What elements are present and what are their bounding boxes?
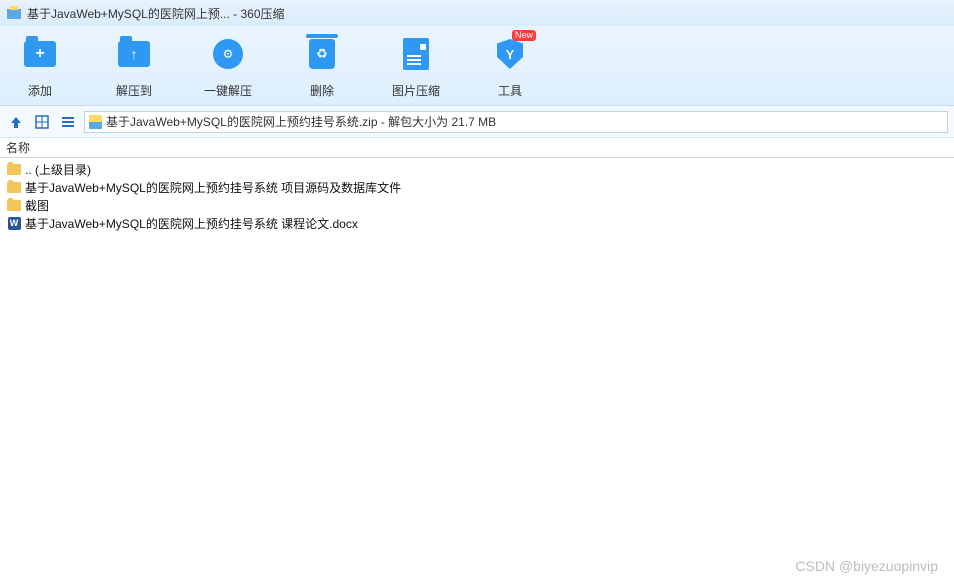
file-name: 基于JavaWeb+MySQL的医院网上预约挂号系统 课程论文.docx [25, 215, 358, 232]
add-icon: + [24, 41, 56, 67]
extract-to-button[interactable]: ↑ 解压到 [104, 32, 164, 105]
gear-icon: ⚙ [213, 39, 243, 69]
view-grid-icon[interactable] [32, 112, 52, 132]
folder-icon [6, 180, 22, 194]
view-list-icon[interactable] [58, 112, 78, 132]
file-name: 截图 [25, 197, 49, 214]
main-toolbar: + 添加 ↑ 解压到 ⚙ 一键解压 ♻ 删除 图片压缩 New Y 工具 [0, 26, 954, 106]
extract-icon: ↑ [118, 41, 150, 67]
one-click-extract-button[interactable]: ⚙ 一键解压 [198, 32, 258, 105]
path-input[interactable]: 基于JavaWeb+MySQL的医院网上预约挂号系统.zip - 解包大小为 2… [84, 111, 948, 133]
archive-icon [89, 115, 102, 129]
watermark: CSDN @biyezuopinvip [795, 558, 938, 574]
column-name: 名称 [6, 139, 30, 156]
image-compress-button[interactable]: 图片压缩 [386, 32, 446, 105]
window-title: 基于JavaWeb+MySQL的医院网上预... - 360压缩 [27, 5, 285, 22]
file-name: 基于JavaWeb+MySQL的医院网上预约挂号系统 项目源码及数据库文件 [25, 179, 401, 196]
delete-button[interactable]: ♻ 删除 [292, 32, 352, 105]
trash-icon: ♻ [309, 39, 335, 69]
tools-button[interactable]: New Y 工具 [480, 32, 540, 105]
list-item[interactable]: .. (上级目录) [0, 160, 954, 178]
new-badge: New [512, 30, 536, 41]
list-item[interactable]: W 基于JavaWeb+MySQL的医院网上预约挂号系统 课程论文.docx [0, 214, 954, 232]
image-compress-icon [403, 38, 429, 70]
add-button[interactable]: + 添加 [10, 32, 70, 105]
column-header[interactable]: 名称 [0, 138, 954, 158]
file-name: .. (上级目录) [25, 161, 91, 178]
folder-icon [6, 162, 22, 176]
list-item[interactable]: 基于JavaWeb+MySQL的医院网上预约挂号系统 项目源码及数据库文件 [0, 178, 954, 196]
path-text: 基于JavaWeb+MySQL的医院网上预约挂号系统.zip - 解包大小为 2… [106, 113, 496, 130]
app-icon [6, 5, 22, 21]
list-item[interactable]: 截图 [0, 196, 954, 214]
path-bar: 基于JavaWeb+MySQL的医院网上预约挂号系统.zip - 解包大小为 2… [0, 106, 954, 138]
title-bar: 基于JavaWeb+MySQL的医院网上预... - 360压缩 [0, 0, 954, 26]
word-icon: W [6, 216, 22, 230]
file-list: .. (上级目录) 基于JavaWeb+MySQL的医院网上预约挂号系统 项目源… [0, 158, 954, 234]
up-icon[interactable] [6, 112, 26, 132]
tools-icon: Y [497, 39, 523, 69]
folder-icon [6, 198, 22, 212]
